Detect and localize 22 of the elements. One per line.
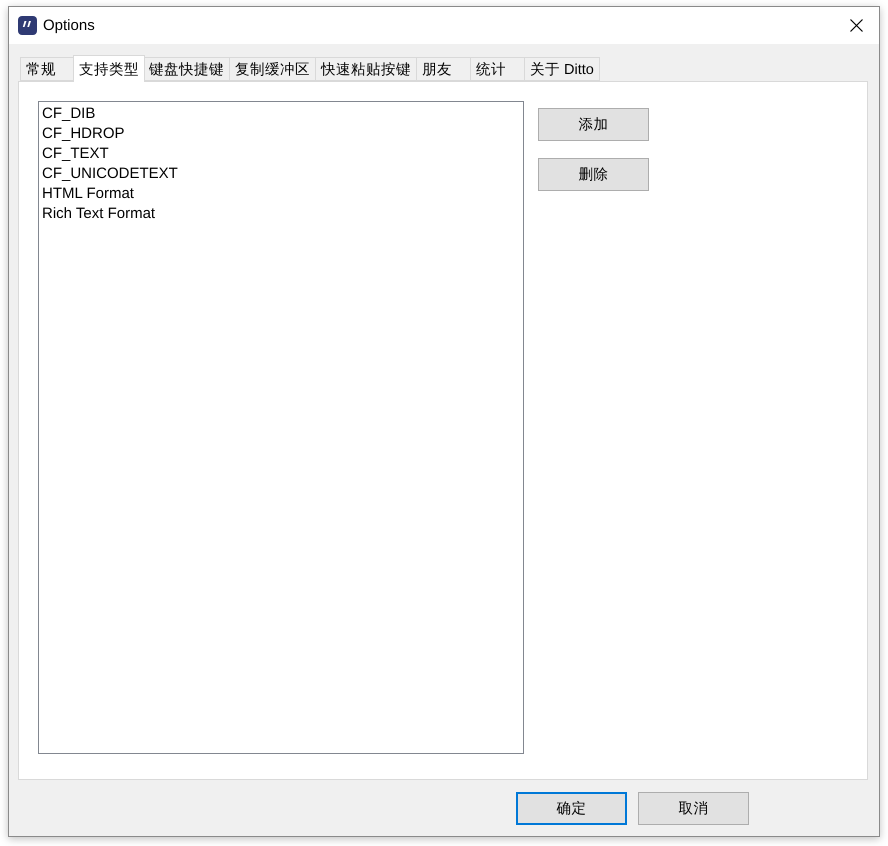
tab[interactable]: 键盘快捷键: [144, 57, 230, 81]
list-item[interactable]: Rich Text Format: [42, 204, 520, 224]
delete-button[interactable]: 删除: [538, 158, 649, 191]
add-button[interactable]: 添加: [538, 108, 649, 141]
tab[interactable]: 常规: [20, 57, 74, 81]
tab[interactable]: 朋友: [417, 57, 471, 81]
tab[interactable]: 统计: [471, 57, 525, 81]
tab[interactable]: 支持类型: [73, 55, 145, 82]
close-icon: [850, 19, 862, 32]
list-item[interactable]: CF_DIB: [42, 104, 520, 124]
list-item[interactable]: HTML Format: [42, 184, 520, 204]
window-title: Options: [43, 17, 96, 34]
list-item[interactable]: CF_TEXT: [42, 144, 520, 164]
app-icon: [18, 16, 37, 35]
tab[interactable]: 快速粘贴按键: [316, 57, 417, 81]
list-item[interactable]: CF_HDROP: [42, 124, 520, 144]
ok-button[interactable]: 确定: [516, 792, 627, 825]
cancel-button[interactable]: 取消: [638, 792, 749, 825]
format-list[interactable]: CF_DIB CF_HDROP CF_TEXT CF_UNICODETEXT HTML Format Rich Text Format: [38, 101, 524, 754]
list-item[interactable]: CF_UNICODETEXT: [42, 164, 520, 184]
tab[interactable]: 关于 Ditto: [525, 57, 600, 81]
tab[interactable]: 复制缓冲区: [230, 57, 316, 81]
